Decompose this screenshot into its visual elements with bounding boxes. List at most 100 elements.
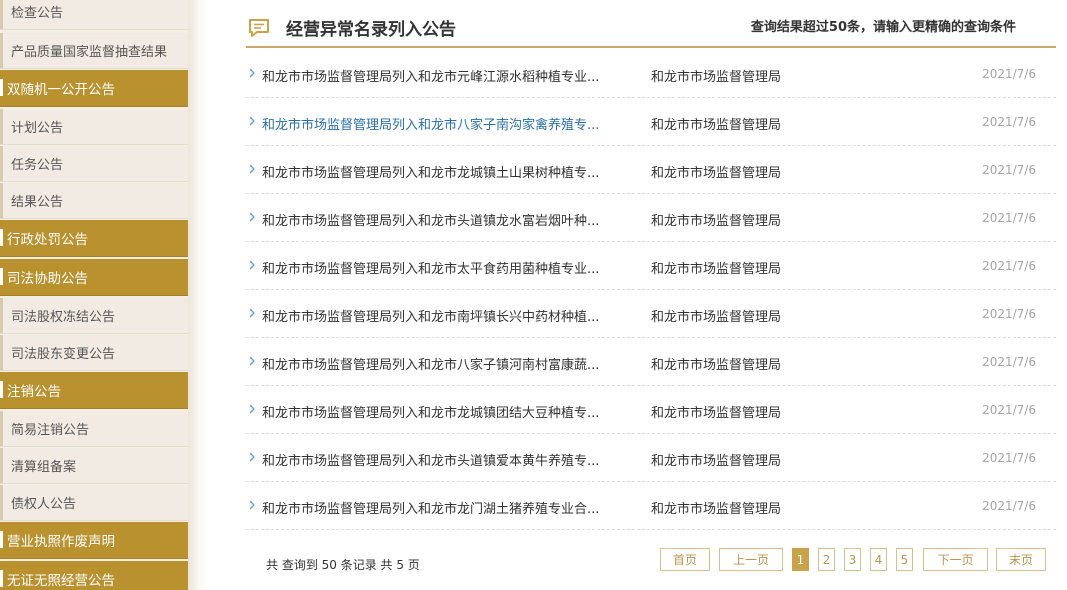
page-number-button[interactable]: 1 <box>792 548 809 571</box>
list-item: 和龙市市场监督管理局列入和龙市元峰江源水稻种植专业... 和龙市市场监督管理局 … <box>246 51 1056 98</box>
issuing-authority: 和龙市市场监督管理局 <box>651 262 782 277</box>
sidebar-item-liquidation[interactable]: 清算组备案 <box>0 448 188 484</box>
chevron-right-icon <box>247 256 257 270</box>
next-page-button[interactable]: 下一页 <box>923 548 988 571</box>
issuing-authority: 和龙市市场监督管理局 <box>651 214 782 229</box>
sidebar-item-task[interactable]: 任务公告 <box>0 146 188 182</box>
publish-date: 2021/7/6 <box>982 307 1036 321</box>
sidebar-item-label: 债权人公告 <box>11 497 77 512</box>
sidebar-item-product-quality[interactable]: 产品质量国家监督抽查结果 <box>0 33 188 69</box>
pagination: 首页 上一页 1 2 3 4 5 下一页 末页 <box>0 548 1067 571</box>
publish-date: 2021/7/6 <box>982 499 1036 513</box>
list-item: 和龙市市场监督管理局列入和龙市龙门湖土猪养殖专业合... 和龙市市场监督管理局 … <box>246 483 1056 530</box>
list-item: 和龙市市场监督管理局列入和龙市头道镇爱本黄牛养殖专... 和龙市市场监督管理局 … <box>246 435 1056 482</box>
sidebar-category-double-random[interactable]: 双随机一公开公告 <box>0 70 188 107</box>
publish-date: 2021/7/6 <box>982 163 1036 177</box>
sidebar-category-deregistration[interactable]: 注销公告 <box>0 372 188 409</box>
page-title: 经营异常名录列入公告 <box>286 20 456 40</box>
announcement-link[interactable]: 和龙市市场监督管理局列入和龙市龙城镇团结大豆种植专... <box>262 402 599 421</box>
sidebar-item-label: 简易注销公告 <box>11 423 90 438</box>
sidebar-item-label: 司法股东变更公告 <box>11 347 116 362</box>
sidebar-category-label: 营业执照作废声明 <box>7 534 115 550</box>
chevron-right-icon <box>247 208 257 222</box>
sidebar-category-marker <box>0 381 3 398</box>
panel-header: 经营异常名录列入公告 查询结果超过50条，请输入更精确的查询条件 <box>246 10 1056 48</box>
chevron-right-icon <box>247 496 257 510</box>
page-number-button[interactable]: 4 <box>870 548 887 571</box>
sidebar-category-label: 无证无照经营公告 <box>7 573 115 589</box>
page-number-button[interactable]: 3 <box>844 548 861 571</box>
chevron-right-icon <box>247 400 257 414</box>
list-item: 和龙市市场监督管理局列入和龙市八家子南沟家禽养殖专... 和龙市市场监督管理局 … <box>246 99 1056 146</box>
sidebar-item-equity-freeze[interactable]: 司法股权冻结公告 <box>0 298 188 334</box>
sidebar-item-label: 结果公告 <box>11 195 64 210</box>
sidebar-category-label: 司法协助公告 <box>7 271 88 287</box>
sidebar-divider <box>188 0 206 590</box>
sidebar-category-marker <box>0 229 3 246</box>
issuing-authority: 和龙市市场监督管理局 <box>651 166 782 181</box>
announcement-link[interactable]: 和龙市市场监督管理局列入和龙市头道镇爱本黄牛养殖专... <box>262 450 599 469</box>
list-item: 和龙市市场监督管理局列入和龙市太平食药用菌种植专业... 和龙市市场监督管理局 … <box>246 243 1056 290</box>
sidebar-item-marker <box>0 335 3 370</box>
list-item: 和龙市市场监督管理局列入和龙市头道镇龙水富岩烟叶种... 和龙市市场监督管理局 … <box>246 195 1056 242</box>
sidebar-item-simple-deregistration[interactable]: 简易注销公告 <box>0 411 188 447</box>
sidebar-category-marker <box>0 268 3 285</box>
issuing-authority: 和龙市市场监督管理局 <box>651 310 782 325</box>
sidebar-item-marker <box>0 448 3 483</box>
sidebar-category-marker <box>0 570 3 587</box>
prev-page-button[interactable]: 上一页 <box>719 548 783 571</box>
publish-date: 2021/7/6 <box>982 403 1036 417</box>
announcement-link[interactable]: 和龙市市场监督管理局列入和龙市太平食药用菌种植专业... <box>262 258 599 277</box>
sidebar-category-label: 行政处罚公告 <box>7 232 88 248</box>
issuing-authority: 和龙市市场监督管理局 <box>651 454 782 469</box>
sidebar-category-penalty[interactable]: 行政处罚公告 <box>0 220 188 257</box>
sidebar-item-label: 任务公告 <box>11 158 64 173</box>
sidebar: 检查公告 产品质量国家监督抽查结果 双随机一公开公告 计划公告 任务公告 结果公… <box>0 0 188 590</box>
announcement-link[interactable]: 和龙市市场监督管理局列入和龙市龙门湖土猪养殖专业合... <box>262 498 599 517</box>
sidebar-item-marker <box>0 33 3 68</box>
chevron-right-icon <box>247 304 257 318</box>
issuing-authority: 和龙市市场监督管理局 <box>651 406 782 421</box>
publish-date: 2021/7/6 <box>982 259 1036 273</box>
page-number-button[interactable]: 2 <box>818 548 835 571</box>
page-number-button[interactable]: 5 <box>896 548 913 571</box>
sidebar-item-label: 检查公告 <box>11 6 64 21</box>
issuing-authority: 和龙市市场监督管理局 <box>651 118 782 133</box>
announcement-link[interactable]: 和龙市市场监督管理局列入和龙市八家子南沟家禽养殖专... <box>262 114 599 133</box>
announcement-link[interactable]: 和龙市市场监督管理局列入和龙市头道镇龙水富岩烟叶种... <box>262 210 599 229</box>
sidebar-item-marker <box>0 298 3 333</box>
sidebar-item-label: 产品质量国家监督抽查结果 <box>11 45 168 60</box>
sidebar-category-judicial-assist[interactable]: 司法协助公告 <box>0 259 188 296</box>
announcement-link[interactable]: 和龙市市场监督管理局列入和龙市南坪镇长兴中药材种植... <box>262 306 599 325</box>
chevron-right-icon <box>247 64 257 78</box>
announcement-link[interactable]: 和龙市市场监督管理局列入和龙市八家子镇河南村富康蔬... <box>262 354 599 373</box>
last-page-button[interactable]: 末页 <box>996 548 1046 571</box>
first-page-button[interactable]: 首页 <box>660 548 710 571</box>
publish-date: 2021/7/6 <box>982 115 1036 129</box>
sidebar-category-marker <box>0 531 3 548</box>
list-item: 和龙市市场监督管理局列入和龙市龙城镇土山果树种植专... 和龙市市场监督管理局 … <box>246 147 1056 194</box>
issuing-authority: 和龙市市场监督管理局 <box>651 358 782 373</box>
sidebar-category-marker <box>0 79 3 96</box>
sidebar-item-inspection[interactable]: 检查公告 <box>0 0 188 30</box>
result-limit-note: 查询结果超过50条，请输入更精确的查询条件 <box>750 20 1016 35</box>
list-item: 和龙市市场监督管理局列入和龙市八家子镇河南村富康蔬... 和龙市市场监督管理局 … <box>246 339 1056 386</box>
sidebar-item-marker <box>0 146 3 181</box>
sidebar-item-creditor[interactable]: 债权人公告 <box>0 485 188 521</box>
list-item: 和龙市市场监督管理局列入和龙市南坪镇长兴中药材种植... 和龙市市场监督管理局 … <box>246 291 1056 338</box>
sidebar-item-result[interactable]: 结果公告 <box>0 183 188 219</box>
sidebar-item-marker <box>0 411 3 446</box>
sidebar-item-label: 司法股权冻结公告 <box>11 310 116 325</box>
sidebar-item-label: 计划公告 <box>11 121 64 136</box>
sidebar-item-label: 清算组备案 <box>11 460 77 475</box>
announcement-link[interactable]: 和龙市市场监督管理局列入和龙市龙城镇土山果树种植专... <box>262 162 599 181</box>
sidebar-item-marker <box>0 485 3 520</box>
announcement-link[interactable]: 和龙市市场监督管理局列入和龙市元峰江源水稻种植专业... <box>262 66 599 85</box>
issuing-authority: 和龙市市场监督管理局 <box>651 502 782 517</box>
sidebar-item-plan[interactable]: 计划公告 <box>0 109 188 145</box>
sidebar-item-shareholder-change[interactable]: 司法股东变更公告 <box>0 335 188 371</box>
sidebar-item-marker <box>0 0 3 29</box>
sidebar-category-label: 注销公告 <box>7 384 61 400</box>
publish-date: 2021/7/6 <box>982 67 1036 81</box>
sidebar-category-label: 双随机一公开公告 <box>7 82 115 98</box>
